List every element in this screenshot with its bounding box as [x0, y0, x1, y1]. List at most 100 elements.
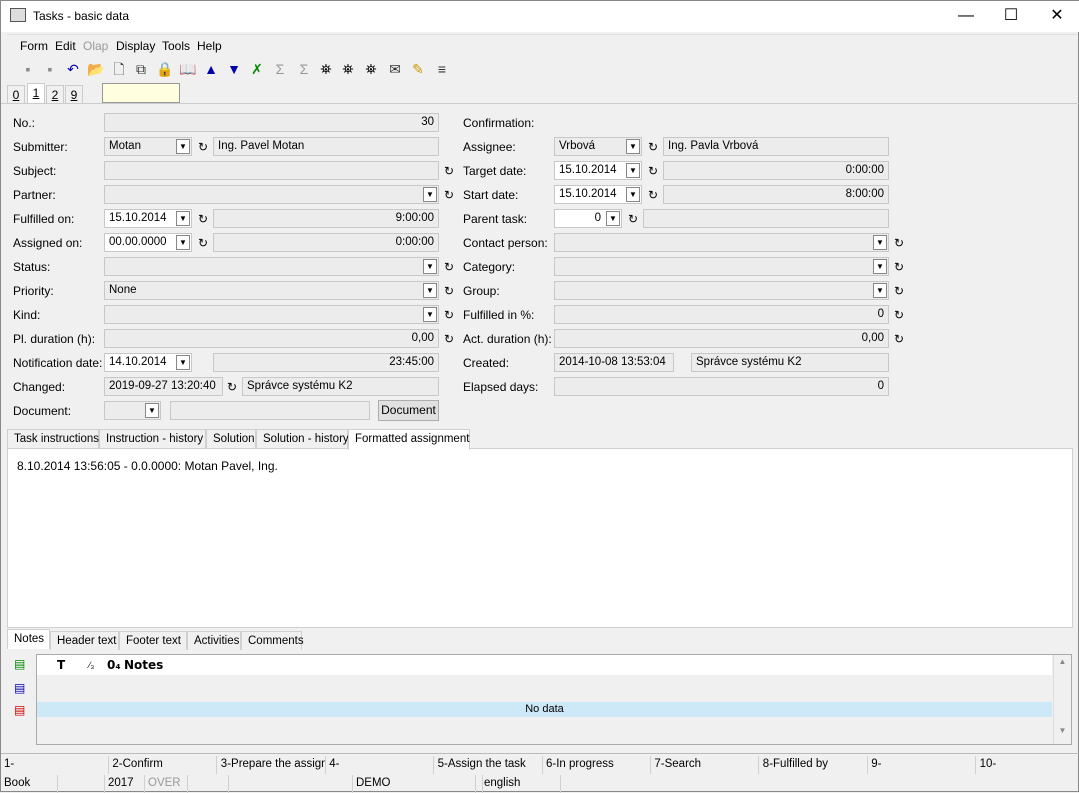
- parent-task-name-field[interactable]: [643, 209, 889, 228]
- menu-form[interactable]: Form: [20, 39, 48, 53]
- partner-history-icon[interactable]: ↻: [444, 188, 454, 202]
- add-note-icon[interactable]: ▤: [14, 657, 25, 671]
- fulfilled-on-time[interactable]: 9:00:00: [213, 209, 439, 228]
- chevron-down-icon[interactable]: ▼: [176, 211, 190, 226]
- priority-history-icon[interactable]: ↻: [444, 284, 454, 298]
- no-field[interactable]: 30: [104, 113, 439, 132]
- function-key-2[interactable]: 2-Confirm: [109, 756, 218, 774]
- notes-tab-footer-text[interactable]: Footer text: [119, 631, 187, 650]
- created-user-field[interactable]: Správce systému K2: [691, 353, 889, 372]
- chevron-down-icon[interactable]: ▼: [873, 259, 887, 274]
- vertical-scrollbar[interactable]: ▲ ▼: [1053, 655, 1071, 744]
- form-tab-9[interactable]: 9: [65, 85, 83, 103]
- function-key-6[interactable]: 6-In progress: [543, 756, 651, 774]
- delete-note-icon[interactable]: ▤: [14, 703, 25, 717]
- act-duration-history-icon[interactable]: ↻: [894, 332, 904, 346]
- notes-tab-activities[interactable]: Activities: [187, 631, 241, 650]
- chevron-down-icon[interactable]: ▼: [423, 259, 437, 274]
- form-tab-2[interactable]: 2: [46, 85, 64, 103]
- assignee-combo[interactable]: Vrbová ▼: [554, 137, 642, 156]
- start-date-combo[interactable]: 15.10.2014 ▼: [554, 185, 642, 204]
- function-key-1[interactable]: 1-: [1, 756, 109, 774]
- assignment-tab-instruction-history[interactable]: Instruction - history: [99, 429, 206, 448]
- subject-field[interactable]: [104, 161, 439, 180]
- group-combo[interactable]: ▼: [554, 281, 889, 300]
- chevron-down-icon[interactable]: ▼: [176, 235, 190, 250]
- assignee-name-field[interactable]: Ing. Pavla Vrbová: [663, 137, 889, 156]
- chevron-down-icon[interactable]: ▼: [176, 355, 190, 370]
- submitter-history-icon[interactable]: ↻: [198, 140, 208, 154]
- parent-task-history-icon[interactable]: ↻: [628, 212, 638, 226]
- status-combo[interactable]: ▼: [104, 257, 439, 276]
- minimize-button[interactable]: —: [943, 1, 989, 32]
- column-3[interactable]: ⁄₃: [89, 660, 94, 670]
- menu-help[interactable]: Help: [197, 39, 222, 53]
- assignment-panel[interactable]: 8.10.2014 13:56:05 - 0.0.0000: Motan Pav…: [7, 448, 1073, 628]
- fulfilled-on-history-icon[interactable]: ↻: [198, 212, 208, 226]
- edit-note-icon[interactable]: ▤: [14, 681, 25, 695]
- chevron-down-icon[interactable]: ▼: [626, 163, 640, 178]
- notes-tab-header-text[interactable]: Header text: [50, 631, 119, 650]
- assigned-on-history-icon[interactable]: ↻: [198, 236, 208, 250]
- chevron-down-icon[interactable]: ▼: [626, 139, 640, 154]
- partner-combo[interactable]: ▼: [104, 185, 439, 204]
- undo-icon[interactable]: ↶: [64, 60, 82, 78]
- notes-tab-notes[interactable]: Notes: [7, 629, 50, 649]
- chevron-down-icon[interactable]: ▼: [145, 403, 159, 418]
- function-key-5[interactable]: 5-Assign the task: [435, 756, 543, 774]
- contact-person-history-icon[interactable]: ↻: [894, 236, 904, 250]
- excel-export-icon[interactable]: ✗: [248, 60, 266, 78]
- notification-date-combo[interactable]: 14.10.2014 ▼: [104, 353, 192, 372]
- kind-combo[interactable]: ▼: [104, 305, 439, 324]
- menu-edit[interactable]: Edit: [55, 39, 76, 53]
- chevron-down-icon[interactable]: ▼: [626, 187, 640, 202]
- binoculars-down-icon[interactable]: ⛯: [362, 60, 380, 78]
- contact-person-combo[interactable]: ▼: [554, 233, 889, 252]
- category-combo[interactable]: ▼: [554, 257, 889, 276]
- act-duration-field[interactable]: 0,00: [554, 329, 889, 348]
- assignment-tab-solution-history[interactable]: Solution - history: [256, 429, 349, 448]
- start-date-history-icon[interactable]: ↻: [648, 188, 658, 202]
- maximize-button[interactable]: ☐: [988, 1, 1034, 32]
- form-tab-1[interactable]: 1: [27, 83, 45, 103]
- binoculars-icon[interactable]: ⛯: [317, 60, 335, 78]
- created-datetime-field[interactable]: 2014-10-08 13:53:04: [554, 353, 674, 372]
- target-date-history-icon[interactable]: ↻: [648, 164, 658, 178]
- open-folder-icon[interactable]: 📂: [87, 60, 105, 78]
- binoculars-up-icon[interactable]: ⛯: [339, 60, 357, 78]
- quick-input[interactable]: [102, 83, 180, 103]
- chevron-down-icon[interactable]: ▼: [873, 235, 887, 250]
- assignment-tab-task-instructions[interactable]: Task instructions: [7, 429, 99, 448]
- start-time-field[interactable]: 8:00:00: [663, 185, 889, 204]
- function-key-10[interactable]: 10-: [977, 756, 1079, 774]
- kind-history-icon[interactable]: ↻: [444, 308, 454, 322]
- notification-time-field[interactable]: 23:45:00: [213, 353, 439, 372]
- copy-icon[interactable]: ⧉: [132, 60, 150, 78]
- sum-filter-icon[interactable]: Σ: [295, 60, 313, 78]
- arrow-down-icon[interactable]: ▼: [225, 60, 243, 78]
- function-key-8[interactable]: 8-Fulfilled by: [760, 756, 868, 774]
- fulfilled-pct-field[interactable]: 0: [554, 305, 889, 324]
- changed-user-field[interactable]: Správce systému K2: [242, 377, 439, 396]
- save-icon[interactable]: ▪: [19, 60, 37, 78]
- chevron-down-icon[interactable]: ▼: [873, 283, 887, 298]
- lock-icon[interactable]: 🔒: [156, 60, 174, 78]
- book-icon[interactable]: 📖: [179, 60, 197, 78]
- group-history-icon[interactable]: ↻: [894, 284, 904, 298]
- new-document-icon[interactable]: 🗋: [110, 60, 128, 78]
- target-date-combo[interactable]: 15.10.2014 ▼: [554, 161, 642, 180]
- assigned-on-time[interactable]: 0:00:00: [213, 233, 439, 252]
- mail-icon[interactable]: ✉: [386, 60, 404, 78]
- fulfilled-on-date[interactable]: 15.10.2014 ▼: [104, 209, 192, 228]
- changed-history-icon[interactable]: ↻: [227, 380, 237, 394]
- chevron-down-icon[interactable]: ▼: [423, 187, 437, 202]
- assigned-on-date[interactable]: 00.00.0000 ▼: [104, 233, 192, 252]
- save-as-icon[interactable]: ▪: [41, 60, 59, 78]
- chevron-down-icon[interactable]: ▼: [176, 139, 190, 154]
- target-time-field[interactable]: 0:00:00: [663, 161, 889, 180]
- chevron-down-icon[interactable]: ▼: [606, 211, 620, 226]
- submitter-name-field[interactable]: Ing. Pavel Motan: [213, 137, 439, 156]
- subject-history-icon[interactable]: ↻: [444, 164, 454, 178]
- priority-combo[interactable]: None ▼: [104, 281, 439, 300]
- menu-icon[interactable]: ≡: [433, 60, 451, 78]
